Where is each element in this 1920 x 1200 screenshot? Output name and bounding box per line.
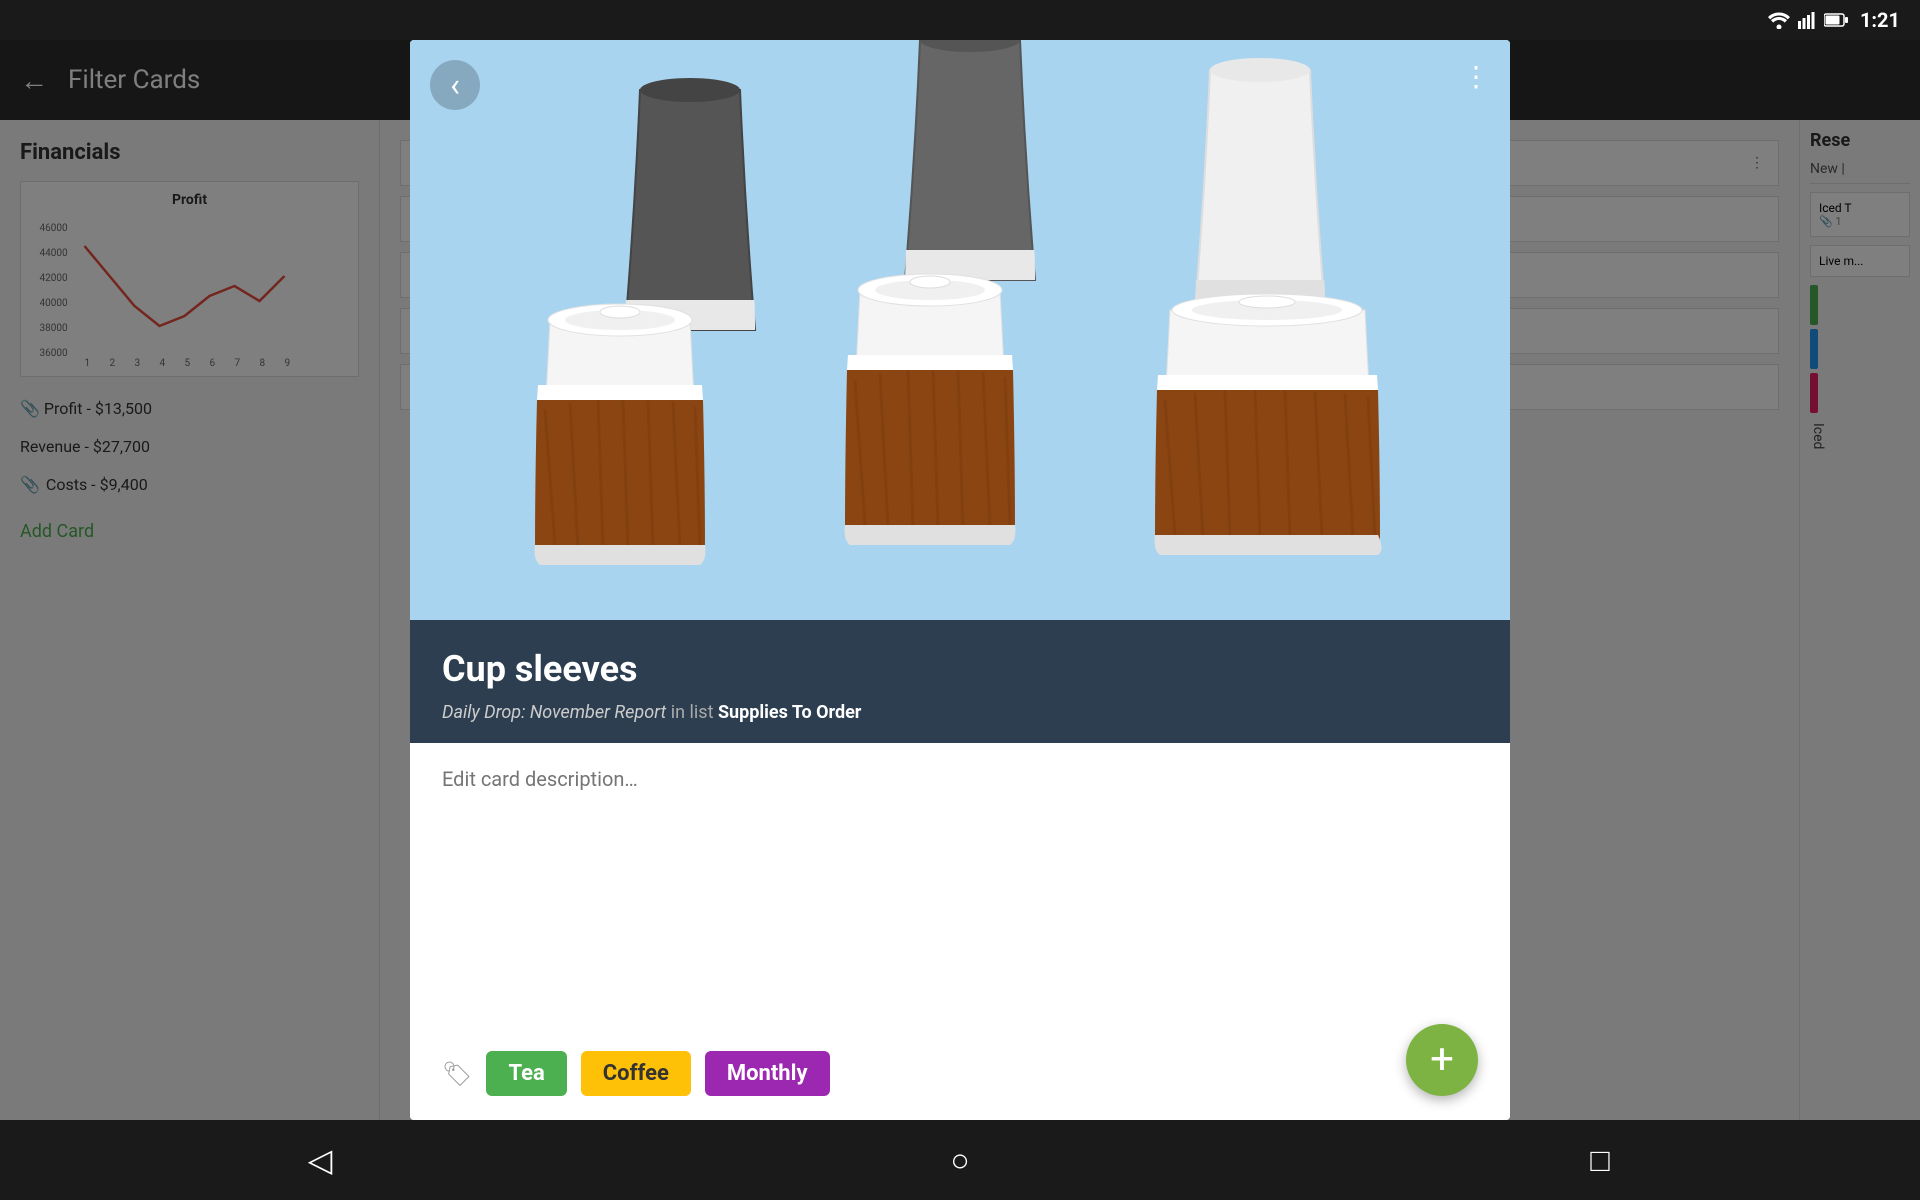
nav-recents-button[interactable]: □ (1570, 1130, 1630, 1190)
in-list-text: in list (671, 702, 718, 723)
card-image-area: ‹ ⋮ (410, 40, 1510, 620)
card-desc-area: 🏷 Tea Coffee Monthly + (410, 743, 1510, 1120)
battery-icon (1824, 13, 1848, 27)
signal-icon (1798, 11, 1816, 29)
label-icon: 🏷 (442, 1060, 472, 1088)
recents-square-icon: □ (1590, 1141, 1609, 1179)
description-input[interactable] (442, 767, 1478, 1035)
status-bar: 1:21 (0, 0, 1920, 40)
cups-illustration (410, 40, 1510, 620)
tag-monthly[interactable]: Monthly (705, 1051, 830, 1096)
back-chevron-icon: ‹ (450, 66, 460, 104)
board-name: Daily Drop: November Report (442, 702, 666, 723)
bottom-nav: ◁ ○ □ (0, 1120, 1920, 1200)
status-icons (1768, 11, 1848, 29)
card-info-area: Cup sleeves Daily Drop: November Report … (410, 620, 1510, 743)
card-meta: Daily Drop: November Report in list Supp… (442, 702, 1478, 723)
nav-back-button[interactable]: ◁ (290, 1130, 350, 1190)
modal-more-button[interactable]: ⋮ (1462, 60, 1490, 93)
tag-coffee[interactable]: Coffee (581, 1051, 691, 1096)
home-circle-icon: ○ (950, 1141, 969, 1179)
wifi-icon (1768, 11, 1790, 29)
tag-tea[interactable]: Tea (486, 1051, 566, 1096)
list-name: Supplies To Order (718, 702, 861, 723)
tags-row: 🏷 Tea Coffee Monthly (442, 1051, 1478, 1096)
card-title: Cup sleeves (442, 648, 1478, 690)
back-triangle-icon: ◁ (308, 1141, 333, 1179)
more-dots-icon: ⋮ (1462, 60, 1490, 93)
nav-home-button[interactable]: ○ (930, 1130, 990, 1190)
modal-card: ‹ ⋮ (410, 40, 1510, 1120)
fab-add-button[interactable]: + (1406, 1024, 1478, 1096)
status-time: 1:21 (1860, 8, 1900, 32)
fab-plus-icon: + (1430, 1039, 1454, 1081)
modal-back-button[interactable]: ‹ (430, 60, 480, 110)
